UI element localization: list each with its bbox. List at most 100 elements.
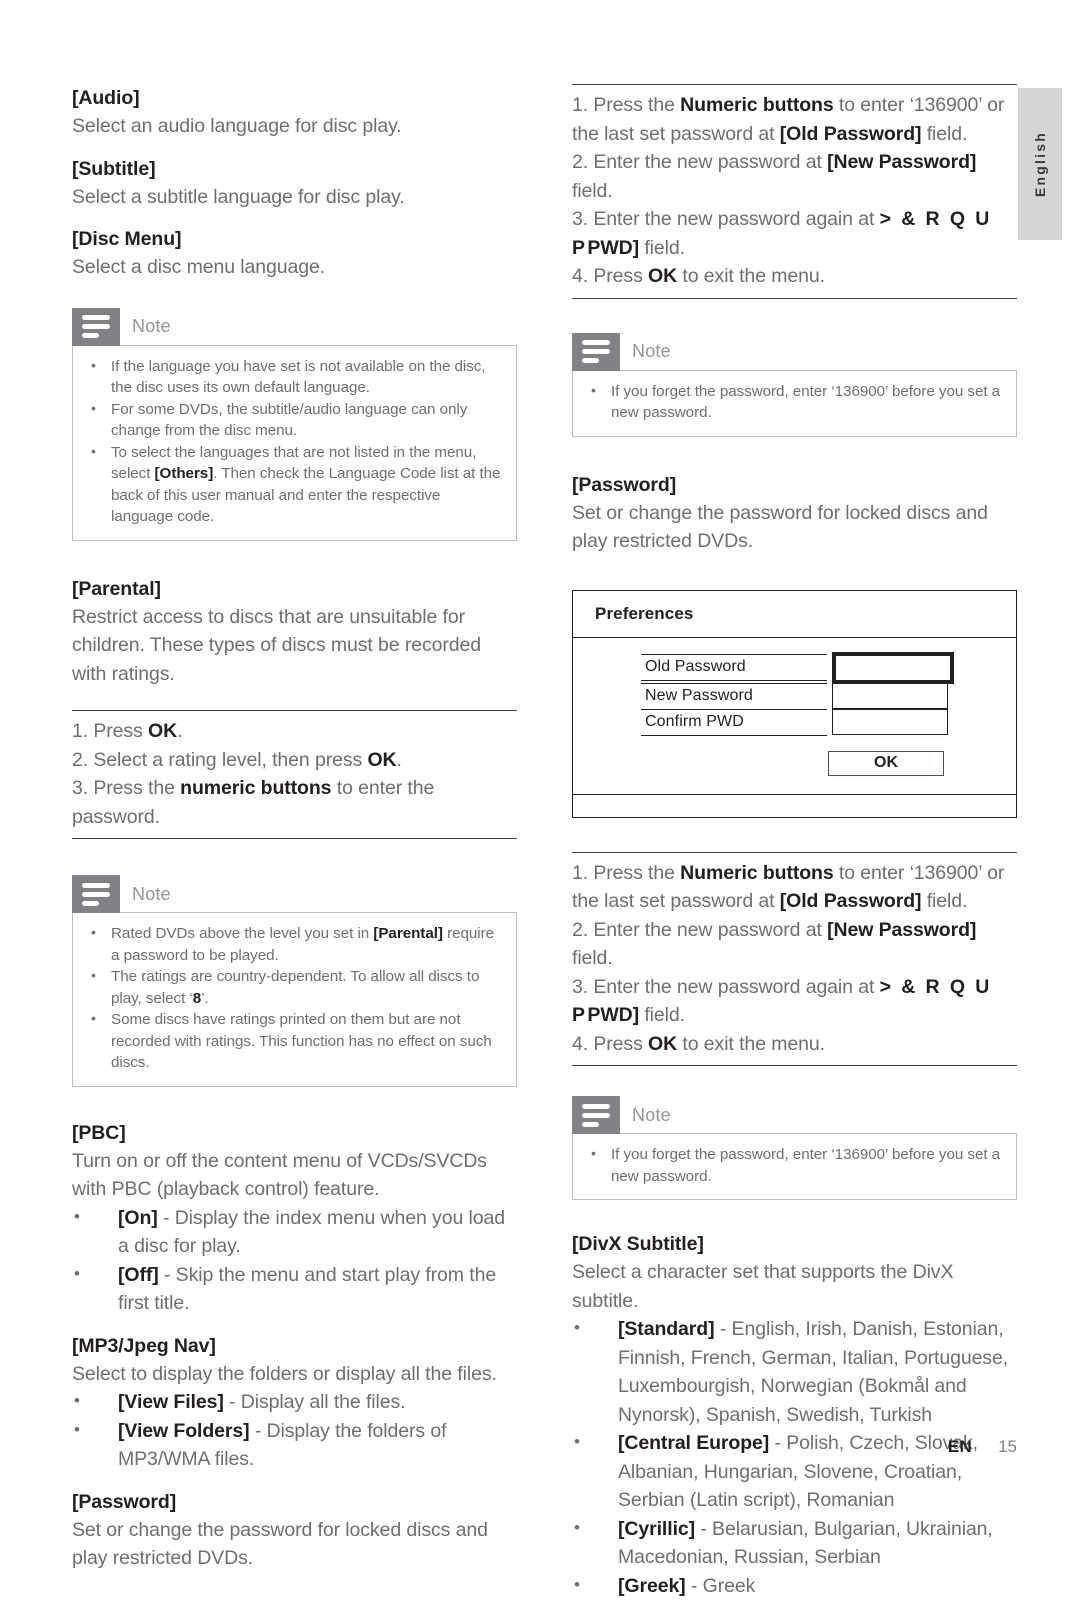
pbc-option-on: [On] - Display the index menu when you l… xyxy=(72,1204,517,1261)
step-item: 1. Press the Numeric buttons to enter ‘1… xyxy=(572,859,1017,916)
step-text-tail: field. xyxy=(572,180,613,202)
step-text: 2. Enter the new password at xyxy=(572,151,827,173)
preferences-row-new-password: New Password xyxy=(573,683,1016,710)
step-emphasis: PWD] xyxy=(587,1004,639,1026)
confirm-pwd-label: Confirm PWD xyxy=(641,709,827,736)
option-view-files: [View Files] - Display all the files. xyxy=(72,1388,517,1417)
note-language-box: If the language you have set is not avai… xyxy=(72,345,517,541)
option-text: - Display all the files. xyxy=(224,1391,406,1413)
section-subtitle: [Subtitle] Select a subtitle language fo… xyxy=(72,155,517,212)
note-bullet: If you forget the password, enter ‘13690… xyxy=(587,1144,1002,1187)
step-emphasis: numeric buttons xyxy=(180,777,331,799)
note-bullet-text: Rated DVDs above the level you set in xyxy=(111,925,373,942)
step-text-tail: . xyxy=(397,749,402,771)
note-bullet-emphasis: [Parental] xyxy=(373,925,443,942)
step-emphasis: OK xyxy=(367,749,396,771)
note-parental-label: Note xyxy=(120,884,171,905)
step-text-tail: . xyxy=(177,720,182,742)
step-item: 3. Enter the new password again at > & R… xyxy=(572,205,1017,262)
preferences-row-old-password: Old Password xyxy=(573,652,1016,684)
step-emphasis: [Old Password] xyxy=(780,890,922,912)
step-text-tail: field. xyxy=(921,890,967,912)
password-description: Set or change the password for locked di… xyxy=(72,1516,517,1573)
note-bullet: The ratings are country-dependent. To al… xyxy=(87,966,502,1009)
step-text: 1. Press the xyxy=(572,94,680,116)
old-password-label: Old Password xyxy=(641,654,827,681)
step-emphasis: Numeric buttons xyxy=(680,862,833,884)
old-password-input[interactable] xyxy=(832,652,954,684)
section-pbc: [PBC] Turn on or off the content menu of… xyxy=(72,1119,517,1318)
step-emphasis: [Old Password] xyxy=(780,123,922,145)
preferences-title-bar: Preferences xyxy=(573,591,1016,638)
parental-description: Restrict access to discs that are unsuit… xyxy=(72,603,517,689)
parental-steps: 1. Press OK. 2. Select a rating level, t… xyxy=(72,710,517,839)
password-heading: [Password] xyxy=(572,471,1017,499)
language-side-tab: English xyxy=(1018,88,1062,240)
step-text-tail: to exit the menu. xyxy=(677,1033,825,1055)
step-item: 3. Press the numeric buttons to enter th… xyxy=(72,774,517,831)
step-text: 1. Press the xyxy=(572,862,680,884)
step-text-tail: to exit the menu. xyxy=(677,265,825,287)
disc-menu-description: Select a disc menu language. xyxy=(72,253,517,282)
password-heading: [Password] xyxy=(72,1488,517,1516)
right-column: 1. Press the Numeric buttons to enter ‘1… xyxy=(572,0,1017,1600)
note-label: Note xyxy=(620,1105,671,1126)
section-parental: [Parental] Restrict access to discs that… xyxy=(72,575,517,689)
step-text: 4. Press xyxy=(572,265,648,287)
step-item: 2. Enter the new password at [New Passwo… xyxy=(572,148,1017,205)
note-bullet: If the language you have set is not avai… xyxy=(87,356,502,399)
step-emphasis: OK xyxy=(648,1033,677,1055)
mp3-jpeg-nav-options: [View Files] - Display all the files. [V… xyxy=(72,1388,517,1474)
note-bullet: Some discs have ratings printed on them … xyxy=(87,1009,502,1074)
note-bullet: If you forget the password, enter ‘13690… xyxy=(587,381,1002,424)
divx-option-label: [Cyrillic] xyxy=(618,1518,695,1540)
password-description: Set or change the password for locked di… xyxy=(572,499,1017,556)
note-bullet: For some DVDs, the subtitle/audio langua… xyxy=(87,399,502,442)
preferences-ok-row: OK xyxy=(573,751,1016,776)
pbc-option-off: [Off] - Skip the menu and start play fro… xyxy=(72,1261,517,1318)
password-steps-top: 1. Press the Numeric buttons to enter ‘1… xyxy=(572,84,1017,299)
step-item: 4. Press OK to exit the menu. xyxy=(572,1030,1017,1059)
note-forgot-password-top: Note If you forget the password, enter ‘… xyxy=(572,333,1017,437)
language-side-tab-label: English xyxy=(1032,131,1048,197)
left-column: [Audio] Select an audio language for dis… xyxy=(72,0,517,1573)
new-password-input[interactable] xyxy=(832,683,948,709)
ok-button[interactable]: OK xyxy=(828,751,944,776)
section-audio: [Audio] Select an audio language for dis… xyxy=(72,84,517,141)
step-item: 1. Press OK. xyxy=(72,717,517,746)
subtitle-description: Select a subtitle language for disc play… xyxy=(72,183,517,212)
disc-menu-heading: [Disc Menu] xyxy=(72,225,517,253)
pbc-option-label: [On] xyxy=(118,1207,158,1229)
preferences-title: Preferences xyxy=(595,604,693,623)
manual-page: English [Audio] Select an audio language… xyxy=(0,0,1080,1528)
divx-option-cyrillic: [Cyrillic] - Belarusian, Bulgarian, Ukra… xyxy=(572,1515,1017,1572)
step-text: 3. Enter the new password again at xyxy=(572,976,880,998)
divx-subtitle-description: Select a character set that supports the… xyxy=(572,1258,1017,1315)
pbc-heading: [PBC] xyxy=(72,1119,517,1147)
note-lines-icon xyxy=(72,308,120,346)
step-emphasis: PWD] xyxy=(587,237,639,259)
confirm-pwd-input[interactable] xyxy=(832,709,948,735)
note-parental: Note Rated DVDs above the level you set … xyxy=(72,875,517,1087)
divx-option-greek: [Greek] - Greek xyxy=(572,1572,1017,1600)
step-text-tail: field. xyxy=(639,1004,685,1026)
pbc-option-text: - Skip the menu and start play from the … xyxy=(118,1264,496,1315)
note-label: Note xyxy=(620,341,671,362)
step-emphasis: [New Password] xyxy=(827,151,976,173)
password-steps-bottom: 1. Press the Numeric buttons to enter ‘1… xyxy=(572,852,1017,1067)
footer-locale: EN xyxy=(948,1437,972,1456)
note-parental-header: Note xyxy=(72,875,517,913)
pbc-description: Turn on or off the content menu of VCDs/… xyxy=(72,1147,517,1204)
step-item: 4. Press OK to exit the menu. xyxy=(572,262,1017,291)
note-bullet-text-tail: ’. xyxy=(201,990,209,1007)
preferences-status-bar xyxy=(573,795,1016,817)
note-parental-box: Rated DVDs above the level you set in [P… xyxy=(72,912,517,1087)
step-text: 1. Press xyxy=(72,720,148,742)
step-text-tail: field. xyxy=(572,947,613,969)
pbc-option-label: [Off] xyxy=(118,1264,159,1286)
note-language: Note If the language you have set is not… xyxy=(72,308,517,541)
divx-option-text: - Greek xyxy=(686,1575,756,1597)
preferences-dialog: Preferences Old Password New Password Co… xyxy=(572,590,1017,818)
note-language-header: Note xyxy=(72,308,517,346)
divx-option-label: [Standard] xyxy=(618,1318,715,1340)
